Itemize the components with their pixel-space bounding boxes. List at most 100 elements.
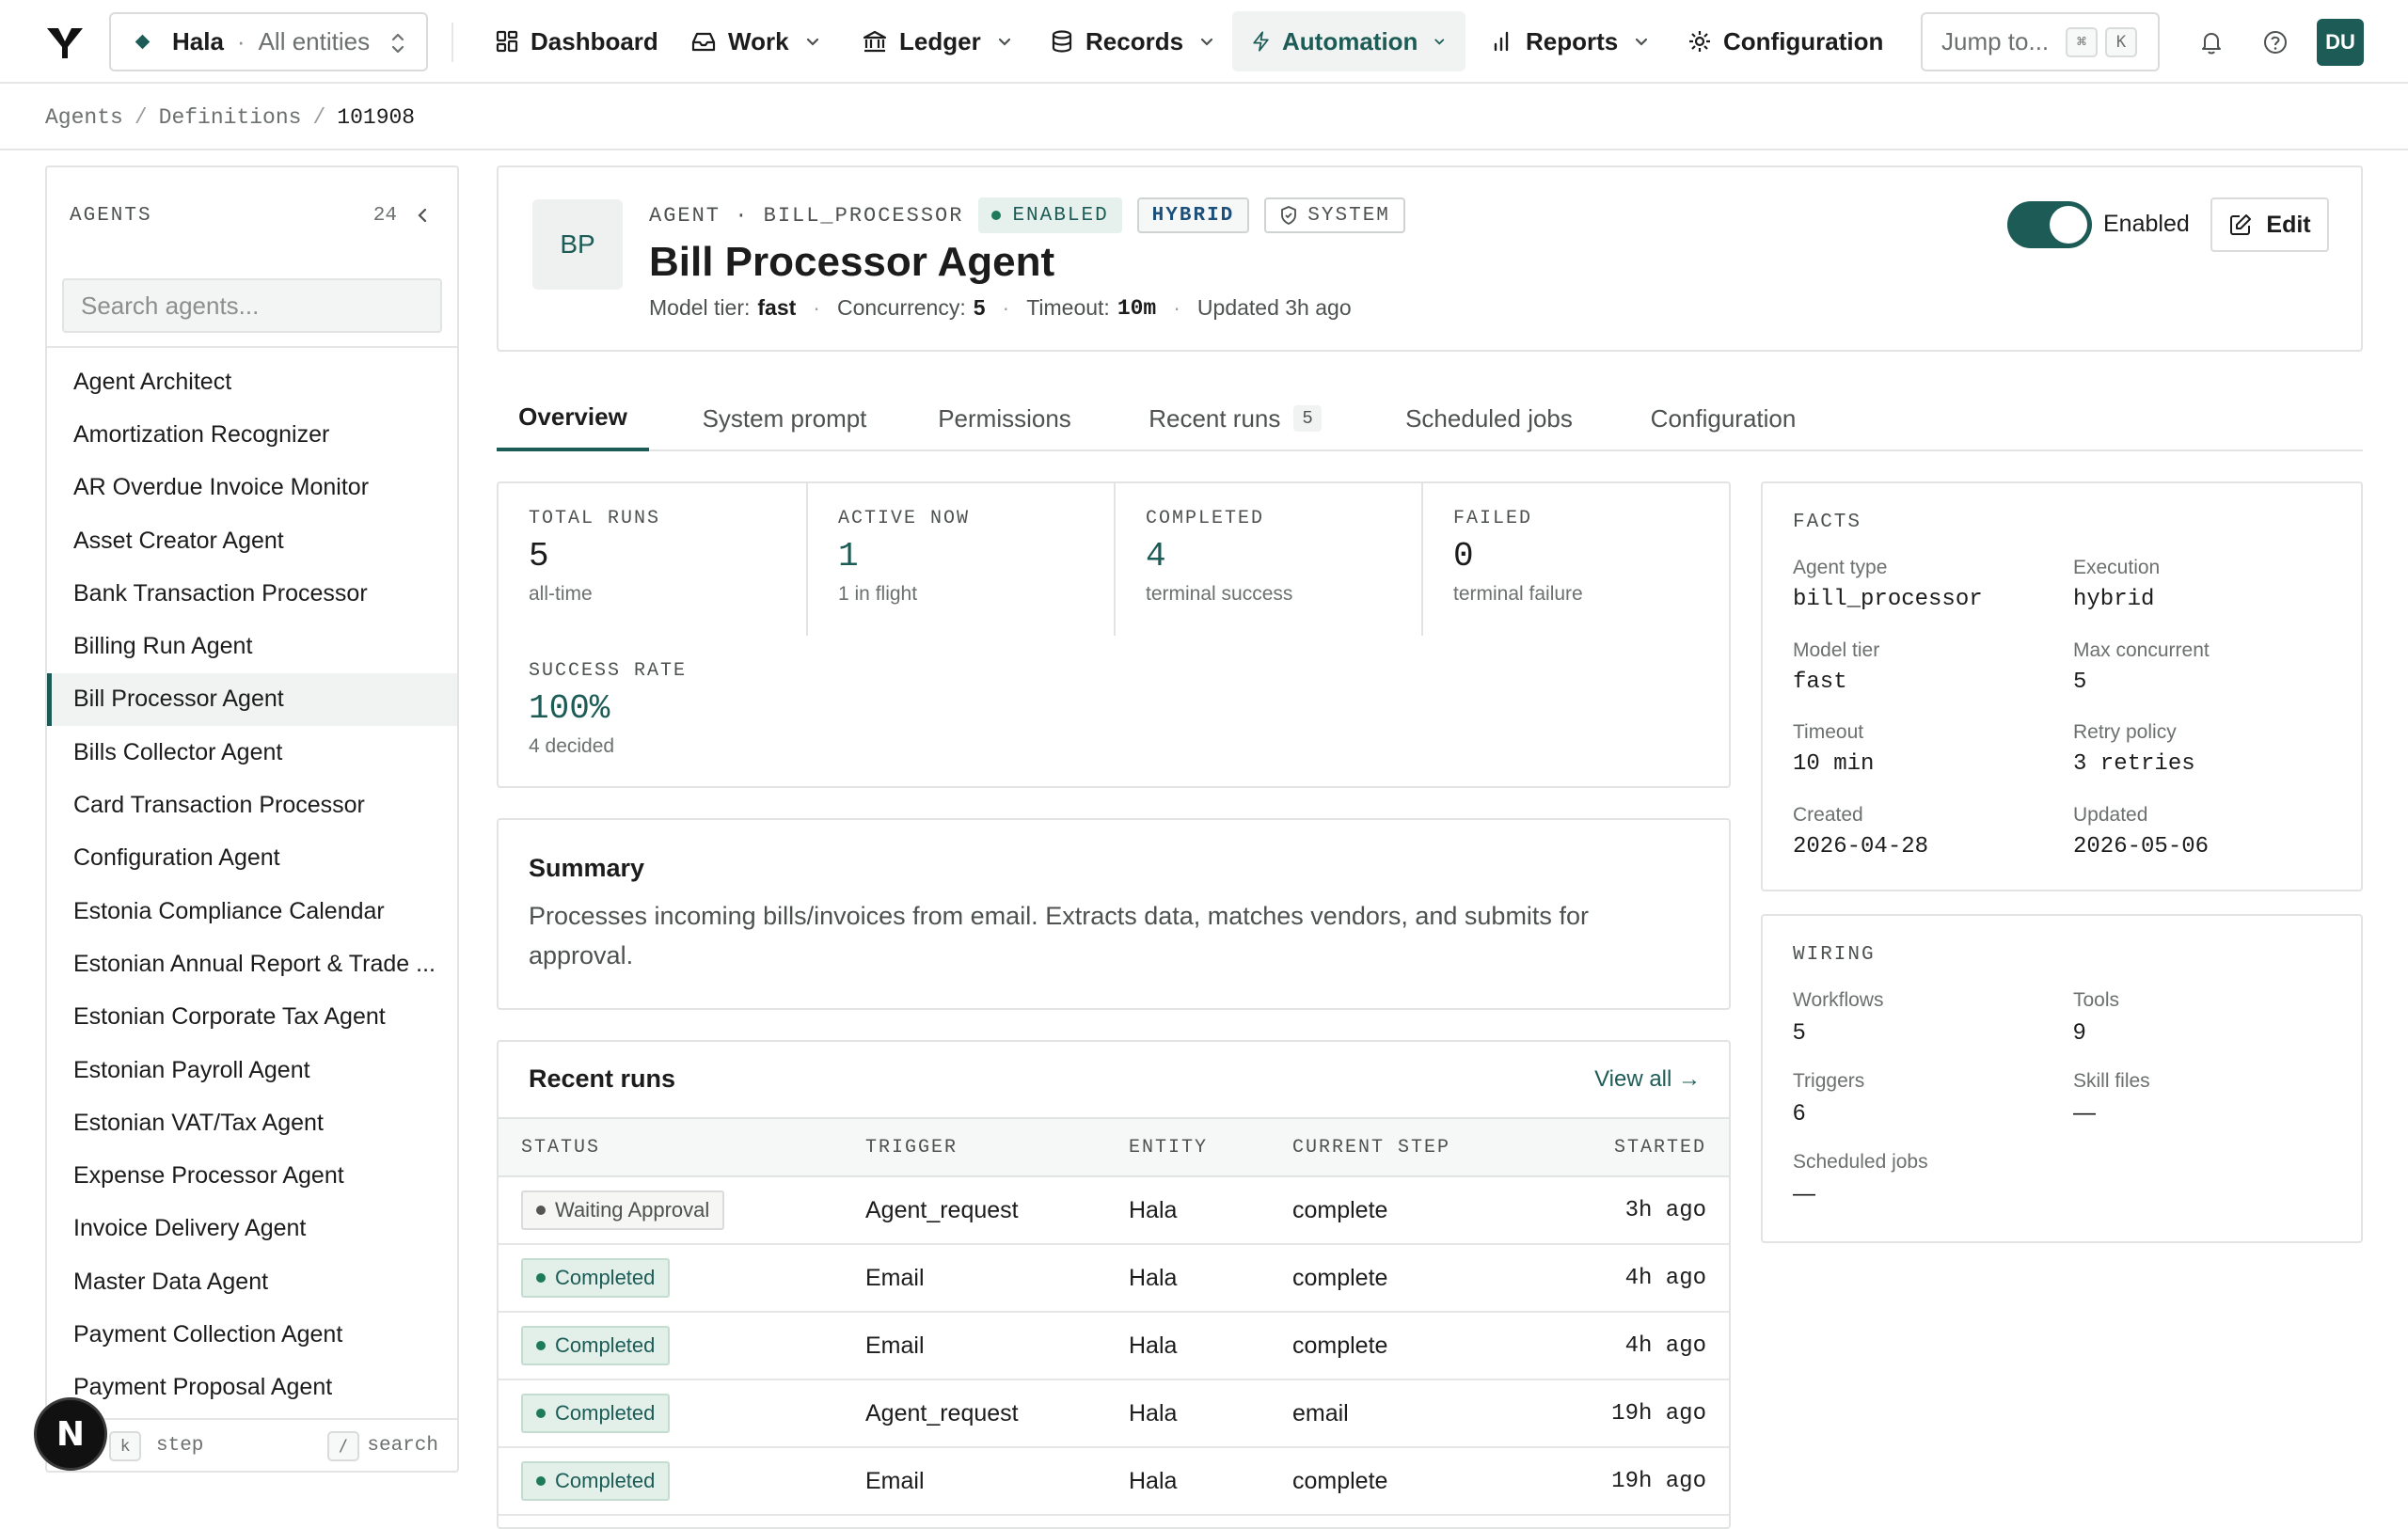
column-trigger[interactable]: TRIGGER [865,1117,1129,1177]
nav-divider [452,23,453,62]
tab-scheduled-jobs[interactable]: Scheduled jobs [1371,386,1607,451]
run-current-step: complete [1292,1176,1537,1245]
nav-ledger[interactable]: Ledger [843,11,1032,71]
tab-permissions[interactable]: Permissions [911,386,1099,451]
sidebar-agent-item[interactable]: Bills Collector Agent [47,726,457,779]
recent-runs-header: Recent runs View all → [499,1042,1729,1117]
nav-dashboard[interactable]: Dashboard [476,11,677,71]
meta-separator: · [1173,295,1180,320]
run-started: 3h ago [1537,1176,1729,1245]
wiring-item: Workflows 5 [1793,989,1883,1046]
facts-item: Retry policy 3 retries [2073,721,2195,777]
stat-value: 4 [1146,537,1166,575]
facts-item: Updated 2026-05-06 [2073,804,2209,859]
sidebar-agent-item[interactable]: Estonian Payroll Agent [47,1044,457,1096]
facts-value: 10 min [1793,751,1875,777]
bar-chart-icon [1494,31,1509,52]
column-entity[interactable]: ENTITY [1129,1117,1292,1177]
system-badge: SYSTEM [1264,197,1405,233]
wiring-value: 5 [1793,1019,1806,1045]
wiring-label: Scheduled jobs [1793,1151,1928,1173]
entity-diamond-icon [135,34,150,50]
step-hint-label: step [156,1434,204,1457]
table-row[interactable]: Completed Email Hala complete 4h ago [499,1312,1729,1380]
nav-work[interactable]: Work [672,11,840,71]
help-button[interactable] [2256,23,2295,62]
table-row[interactable]: Completed Email Hala complete 19h ago [499,1447,1729,1516]
table-row[interactable]: Waiting Approval Agent_request Hala complet… [499,1176,1729,1245]
model-tier-value: fast [757,295,797,320]
sidebar-agent-item[interactable]: Payment Proposal Agent [47,1362,457,1414]
nav-records[interactable]: Records [1031,11,1234,71]
breadcrumb-definitions[interactable]: Definitions [159,105,302,130]
chevron-down-icon [806,38,818,46]
enabled-toggle[interactable] [2007,201,2092,248]
table-row[interactable]: Completed Email Hala complete 4h ago [499,1244,1729,1313]
table-row[interactable]: Completed Agent_request Hala email 19h ago [499,1379,1729,1448]
jump-to-search[interactable]: Jump to... ⌘ K [1921,12,2160,71]
facts-value: fast [1793,669,1847,695]
stat-failed: FAILED 0 terminal failure [1421,483,1729,636]
agent-search-input[interactable] [62,278,442,333]
tab-recent-runs[interactable]: Recent runs 5 [1117,386,1353,451]
agent-kind-label: AGENT · BILL_PROCESSOR [649,203,964,228]
sidebar-agent-item[interactable]: Master Data Agent [47,1255,457,1308]
tab-system-prompt[interactable]: System prompt [670,386,899,451]
tab-overview-label: Overview [518,402,627,431]
column-current-step[interactable]: CURRENT STEP [1292,1117,1537,1177]
sidebar-agent-item[interactable]: Card Transaction Processor [47,779,457,831]
sidebar-agent-item[interactable]: Estonia Compliance Calendar [47,885,457,938]
column-status[interactable]: STATUS [499,1117,865,1177]
sidebar-agent-item[interactable]: AR Overdue Invoice Monitor [47,462,457,514]
nav-reports[interactable]: Reports [1473,11,1669,71]
user-avatar[interactable]: DU [2317,19,2364,66]
facts-label: Model tier [1793,638,1880,661]
page-title: Bill Processor Agent [649,239,1055,285]
sidebar-agent-item[interactable]: Bill Processor Agent [47,672,457,727]
sidebar-agent-item[interactable]: Estonian Corporate Tax Agent [47,991,457,1044]
collapse-chevron-icon[interactable] [412,205,433,226]
notifications-button[interactable] [2192,23,2231,62]
tab-configuration[interactable]: Configuration [1622,386,1825,451]
mode-badge: HYBRID [1136,197,1250,233]
sidebar-agent-item[interactable]: Configuration Agent [47,832,457,885]
sidebar-agent-item[interactable]: Bank Transaction Processor [47,567,457,620]
sidebar-agent-item[interactable]: Estonian VAT/Tax Agent [47,1096,457,1149]
entity-picker[interactable]: Hala · All entities [109,12,428,71]
breadcrumb-agents[interactable]: Agents [45,105,123,130]
sidebar-agent-item[interactable]: Payment Collection Agent [47,1308,457,1361]
nav-reports-label: Reports [1526,26,1619,55]
wiring-item: Scheduled jobs — [1793,1151,1928,1207]
stat-value: 100% [529,689,610,728]
search-key-hint: / [327,1431,359,1461]
view-all-runs-link[interactable]: View all → [1594,1066,1701,1093]
summary-card: Summary Processes incoming bills/invoice… [497,818,1731,1010]
edit-button[interactable]: Edit [2210,197,2329,252]
run-status-label: Completed [555,1401,656,1425]
stat-sub: terminal success [1146,583,1293,605]
nav-work-label: Work [728,26,789,55]
wiring-item: Triggers 6 [1793,1070,1864,1127]
sidebar-agent-item[interactable]: Billing Run Agent [47,620,457,672]
inbox-icon [691,32,716,52]
top-navigation: Hala · All entities Dashboard Work Ledge… [0,0,2408,84]
column-started[interactable]: STARTED [1537,1117,1729,1177]
sidebar-agent-item[interactable]: Expense Processor Agent [47,1149,457,1202]
stat-total-runs: TOTAL RUNS 5 all-time [499,483,806,636]
run-current-step: complete [1292,1312,1537,1380]
recent-runs-title: Recent runs [529,1064,676,1093]
sidebar-agent-item[interactable]: Invoice Delivery Agent [47,1203,457,1255]
run-status-label: Completed [555,1469,656,1492]
facts-value: 5 [2073,669,2087,695]
nav-configuration[interactable]: Configuration [1669,11,1902,71]
recent-runs-table: STATUS TRIGGER ENTITY CURRENT STEP START… [499,1117,1729,1516]
sidebar-agent-item[interactable]: Estonian Annual Report & Trade ... [47,938,457,990]
logo-icon[interactable] [45,23,85,62]
tab-overview[interactable]: Overview [497,386,649,451]
run-status-label: Waiting Approval [555,1198,710,1222]
sidebar-agent-item[interactable]: Amortization Recognizer [47,408,457,461]
sidebar-agent-item[interactable]: Agent Architect [47,355,457,408]
sidebar-agent-item[interactable]: Asset Creator Agent [47,514,457,567]
nav-automation[interactable]: Automation [1232,11,1465,71]
dev-tools-badge[interactable]: N [34,1397,107,1471]
